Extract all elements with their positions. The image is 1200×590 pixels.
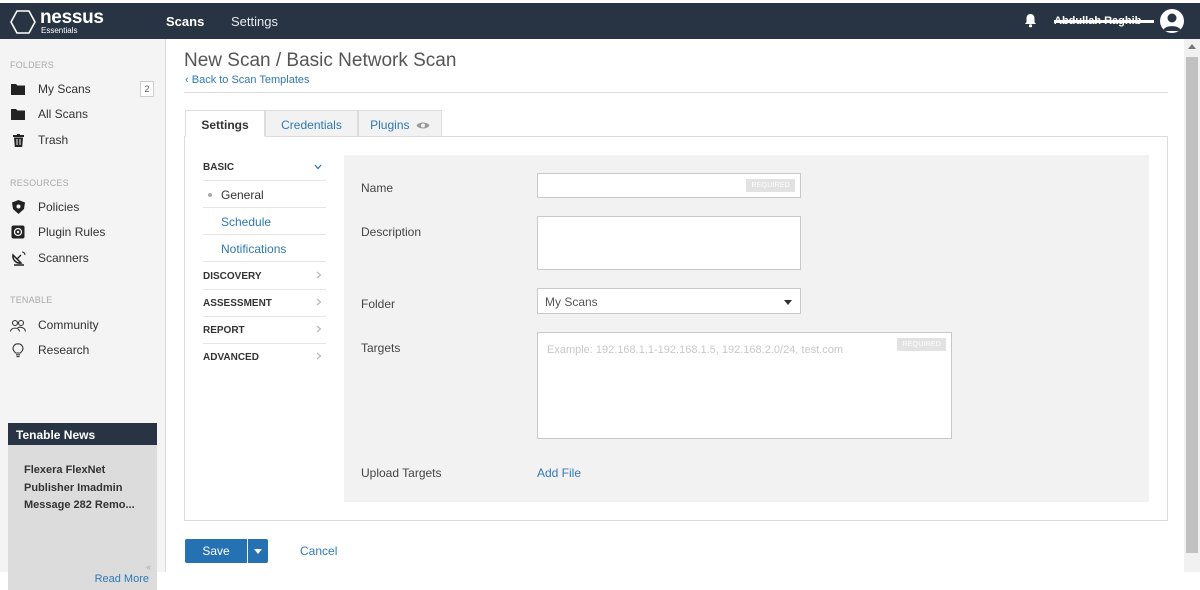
shield-icon bbox=[10, 199, 26, 215]
sidebar-item-all-scans[interactable]: All Scans bbox=[10, 104, 158, 124]
category-assessment[interactable]: ASSESSMENT bbox=[203, 291, 326, 317]
settings-item-notifications[interactable]: Notifications bbox=[203, 236, 326, 262]
sidebar-item-policies[interactable]: Policies bbox=[10, 197, 158, 217]
tab-plugins-label: Plugins bbox=[370, 118, 410, 132]
cancel-link[interactable]: Cancel bbox=[300, 544, 337, 558]
username[interactable]: Abdullah Raghib bbox=[1054, 15, 1154, 28]
trash-icon bbox=[10, 132, 26, 148]
brand-name: nessus bbox=[40, 7, 104, 28]
news-title: Tenable News bbox=[8, 423, 157, 445]
active-dot-icon bbox=[208, 193, 212, 197]
eye-icon bbox=[416, 122, 430, 129]
user-avatar-icon[interactable] bbox=[1160, 9, 1184, 33]
folder-icon bbox=[10, 81, 26, 97]
collapse-sidebar-icon[interactable]: « bbox=[146, 562, 151, 572]
settings-item-label: General bbox=[221, 188, 264, 202]
chevron-right-icon bbox=[316, 271, 322, 282]
sidebar-item-label: Trash bbox=[38, 133, 69, 147]
page-scrollbar[interactable] bbox=[1184, 39, 1200, 572]
sidebar-item-community[interactable]: Community bbox=[10, 315, 158, 335]
category-basic[interactable]: BASIC bbox=[203, 155, 326, 181]
tab-credentials[interactable]: Credentials bbox=[265, 110, 358, 137]
scan-count-badge: 2 bbox=[140, 81, 154, 97]
nav-settings[interactable]: Settings bbox=[231, 14, 278, 29]
chevron-down-icon bbox=[314, 162, 322, 173]
sidebar-item-research[interactable]: Research bbox=[10, 340, 158, 360]
hexagon-logo-icon bbox=[10, 9, 36, 34]
sidebar-item-label: All Scans bbox=[38, 107, 89, 121]
chevron-right-icon bbox=[316, 325, 322, 336]
page-title: New Scan / Basic Network Scan bbox=[184, 50, 457, 71]
folder-select[interactable]: My Scans bbox=[537, 288, 801, 314]
scroll-up-arrow-icon[interactable] bbox=[1188, 44, 1196, 49]
category-discovery[interactable]: DISCOVERY bbox=[203, 264, 326, 290]
back-link-label: Back to Scan Templates bbox=[191, 74, 310, 86]
required-badge: REQUIRED bbox=[897, 338, 946, 351]
category-label: BASIC bbox=[203, 162, 235, 173]
category-label: REPORT bbox=[203, 325, 245, 336]
sidebar-item-trash[interactable]: Trash bbox=[10, 130, 158, 150]
category-report[interactable]: REPORT bbox=[203, 318, 326, 344]
tab-plugins[interactable]: Plugins bbox=[358, 110, 442, 137]
sidebar: FOLDERS My Scans 2 All Scans Trash RESOU… bbox=[0, 39, 166, 590]
chevron-right-icon bbox=[316, 298, 322, 309]
category-label: ADVANCED bbox=[203, 352, 259, 363]
caret-down-icon bbox=[784, 300, 792, 305]
tenable-news-widget: Tenable News Flexera FlexNet Publisher I… bbox=[8, 423, 157, 590]
tab-settings[interactable]: Settings bbox=[185, 110, 265, 137]
description-label: Description bbox=[361, 225, 422, 239]
settings-item-general[interactable]: General bbox=[203, 182, 326, 208]
scrollbar-thumb[interactable] bbox=[1186, 57, 1198, 553]
sidebar-item-my-scans[interactable]: My Scans 2 bbox=[10, 79, 158, 99]
chevron-left-icon: ‹ bbox=[185, 74, 192, 86]
targets-textarea[interactable]: Example: 192.168.1.1-192.168.1.5, 192.16… bbox=[537, 332, 952, 439]
category-label: DISCOVERY bbox=[203, 271, 262, 282]
plugin-rules-icon bbox=[10, 224, 26, 240]
sidebar-item-plugin-rules[interactable]: Plugin Rules bbox=[10, 222, 158, 242]
sidebar-item-label: Scanners bbox=[38, 251, 89, 265]
name-label: Name bbox=[361, 181, 394, 195]
folder-selected-value: My Scans bbox=[545, 295, 598, 309]
top-bar: nessus Essentials Scans Settings Abdulla… bbox=[0, 3, 1200, 39]
nessus-logo[interactable]: nessus Essentials bbox=[10, 8, 104, 35]
category-label: ASSESSMENT bbox=[203, 298, 272, 309]
general-settings-form bbox=[344, 155, 1149, 502]
sidebar-item-label: Community bbox=[38, 318, 99, 332]
save-button[interactable]: Save bbox=[185, 539, 247, 563]
sidebar-item-scanners[interactable]: Scanners bbox=[10, 248, 158, 268]
sidebar-item-label: My Scans bbox=[38, 82, 91, 96]
back-to-templates-link[interactable]: ‹ Back to Scan Templates bbox=[185, 74, 310, 86]
sidebar-item-label: Policies bbox=[38, 200, 80, 214]
nav-scans[interactable]: Scans bbox=[166, 14, 204, 29]
header-divider bbox=[184, 92, 1168, 93]
folder-label: Folder bbox=[361, 297, 396, 311]
targets-placeholder: Example: 192.168.1.1-192.168.1.5, 192.16… bbox=[547, 344, 843, 356]
add-file-link[interactable]: Add File bbox=[537, 466, 581, 480]
community-icon bbox=[10, 317, 26, 333]
settings-item-schedule[interactable]: Schedule bbox=[203, 209, 326, 235]
sidebar-item-label: Research bbox=[38, 343, 90, 357]
save-options-dropdown-icon[interactable] bbox=[248, 539, 268, 563]
lightbulb-icon bbox=[10, 342, 26, 358]
chevron-right-icon bbox=[316, 352, 322, 363]
section-tenable: TENABLE bbox=[10, 295, 53, 305]
description-textarea[interactable] bbox=[537, 216, 801, 270]
category-advanced[interactable]: ADVANCED bbox=[203, 345, 326, 371]
targets-label: Targets bbox=[361, 341, 401, 355]
satellite-dish-icon bbox=[10, 250, 26, 266]
required-badge: REQUIRED bbox=[746, 179, 795, 192]
section-folders: FOLDERS bbox=[10, 60, 54, 70]
read-more-link[interactable]: Read More bbox=[95, 573, 149, 585]
brand-edition: Essentials bbox=[41, 26, 78, 35]
upload-targets-label: Upload Targets bbox=[361, 466, 442, 480]
section-resources: RESOURCES bbox=[10, 178, 69, 188]
name-input[interactable]: REQUIRED bbox=[537, 173, 801, 198]
sidebar-item-label: Plugin Rules bbox=[38, 225, 106, 239]
folder-icon bbox=[10, 106, 26, 122]
news-headline[interactable]: Flexera FlexNet Publisher Imadmin Messag… bbox=[8, 445, 157, 515]
notifications-bell-icon[interactable] bbox=[1024, 13, 1037, 33]
